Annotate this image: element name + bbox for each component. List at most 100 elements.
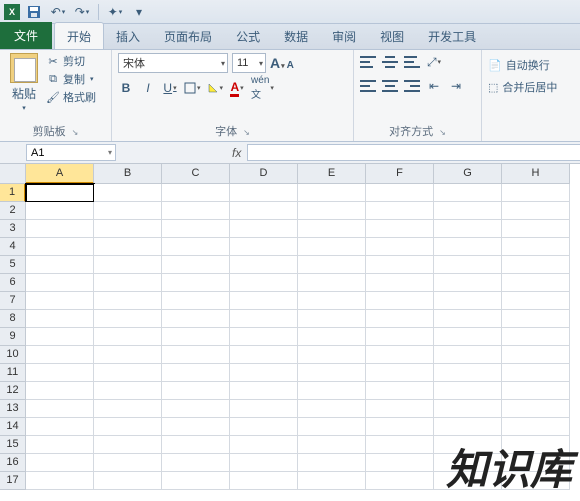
row-header[interactable]: 10 [0, 346, 26, 364]
cell[interactable] [26, 364, 94, 382]
cell[interactable] [26, 310, 94, 328]
cell[interactable] [26, 454, 94, 472]
row-header[interactable]: 6 [0, 274, 26, 292]
cell[interactable] [230, 256, 298, 274]
cell[interactable] [94, 238, 162, 256]
cell[interactable] [366, 328, 434, 346]
tab-data[interactable]: 数据 [272, 23, 320, 49]
decrease-indent-button[interactable]: ⇤ [426, 77, 442, 95]
cell[interactable] [298, 364, 366, 382]
cell[interactable] [298, 472, 366, 490]
cell[interactable] [230, 436, 298, 454]
fx-icon[interactable]: fx [226, 142, 247, 163]
cell[interactable] [298, 346, 366, 364]
shrink-font-button[interactable]: A [287, 60, 294, 71]
qat-customize-icon[interactable]: ▾ [129, 2, 149, 22]
column-header[interactable]: F [366, 164, 434, 184]
row-header[interactable]: 3 [0, 220, 26, 238]
cell[interactable] [230, 346, 298, 364]
cell[interactable] [26, 220, 94, 238]
cell[interactable] [162, 328, 230, 346]
cell[interactable] [434, 292, 502, 310]
format-painter-button[interactable]: 🖌格式刷 [46, 89, 96, 105]
cell[interactable] [502, 328, 570, 346]
cell[interactable] [26, 418, 94, 436]
borders-button[interactable] [184, 79, 201, 97]
cell[interactable] [162, 436, 230, 454]
cell[interactable] [434, 220, 502, 238]
cut-button[interactable]: ✂剪切 [46, 53, 96, 69]
cell[interactable] [298, 436, 366, 454]
cell[interactable] [434, 256, 502, 274]
cell[interactable] [26, 184, 94, 202]
cell[interactable] [434, 274, 502, 292]
cell[interactable] [94, 274, 162, 292]
cell[interactable] [502, 382, 570, 400]
cell[interactable] [434, 310, 502, 328]
cell[interactable] [162, 238, 230, 256]
tab-home[interactable]: 开始 [54, 22, 104, 49]
cell[interactable] [230, 184, 298, 202]
row-header[interactable]: 17 [0, 472, 26, 490]
cell[interactable] [366, 274, 434, 292]
cell[interactable] [366, 400, 434, 418]
dialog-launcher-icon[interactable] [66, 126, 79, 138]
cell[interactable] [94, 220, 162, 238]
align-bottom-button[interactable] [404, 55, 420, 69]
cell[interactable] [298, 220, 366, 238]
cell[interactable] [94, 310, 162, 328]
cell[interactable] [434, 454, 502, 472]
row-header[interactable]: 12 [0, 382, 26, 400]
row-header[interactable]: 9 [0, 328, 26, 346]
cell[interactable] [162, 418, 230, 436]
cell[interactable] [298, 238, 366, 256]
cell[interactable] [298, 400, 366, 418]
cell[interactable] [94, 436, 162, 454]
cell[interactable] [162, 184, 230, 202]
cell[interactable] [502, 436, 570, 454]
cell[interactable] [434, 436, 502, 454]
column-header[interactable]: G [434, 164, 502, 184]
cell[interactable] [298, 382, 366, 400]
orientation-button[interactable]: ⤢ [426, 53, 442, 71]
align-right-button[interactable] [404, 79, 420, 93]
cell[interactable] [26, 238, 94, 256]
save-icon[interactable] [24, 2, 44, 22]
cell[interactable] [162, 454, 230, 472]
cell[interactable] [230, 454, 298, 472]
bold-button[interactable]: B [118, 79, 134, 97]
cell[interactable] [94, 346, 162, 364]
grow-font-button[interactable]: A [270, 55, 285, 71]
cell[interactable] [298, 418, 366, 436]
cell[interactable] [26, 256, 94, 274]
cell[interactable] [434, 346, 502, 364]
fill-color-button[interactable] [207, 79, 224, 97]
cell[interactable] [434, 238, 502, 256]
cell[interactable] [502, 274, 570, 292]
merge-center-button[interactable]: ⬚合并后居中 [488, 79, 572, 95]
cell[interactable] [298, 292, 366, 310]
tab-file[interactable]: 文件 [0, 22, 52, 49]
cell[interactable] [230, 292, 298, 310]
cell[interactable] [26, 202, 94, 220]
cell[interactable] [94, 418, 162, 436]
cell[interactable] [366, 436, 434, 454]
cell[interactable] [502, 256, 570, 274]
row-header[interactable]: 1 [0, 184, 26, 202]
align-middle-button[interactable] [382, 55, 398, 69]
font-name-combo[interactable]: 宋体 [118, 53, 228, 73]
select-all-corner[interactable] [0, 164, 26, 184]
cell[interactable] [162, 400, 230, 418]
copy-button[interactable]: ⧉复制▾ [46, 71, 96, 87]
dialog-launcher-icon[interactable] [433, 126, 446, 138]
cell[interactable] [298, 310, 366, 328]
formula-input[interactable] [247, 144, 580, 161]
cell[interactable] [366, 184, 434, 202]
cell[interactable] [26, 472, 94, 490]
cell[interactable] [366, 418, 434, 436]
redo-icon[interactable]: ↷ [72, 2, 92, 22]
cell[interactable] [162, 292, 230, 310]
cell[interactable] [162, 310, 230, 328]
dialog-launcher-icon[interactable] [237, 126, 250, 138]
cell[interactable] [94, 400, 162, 418]
